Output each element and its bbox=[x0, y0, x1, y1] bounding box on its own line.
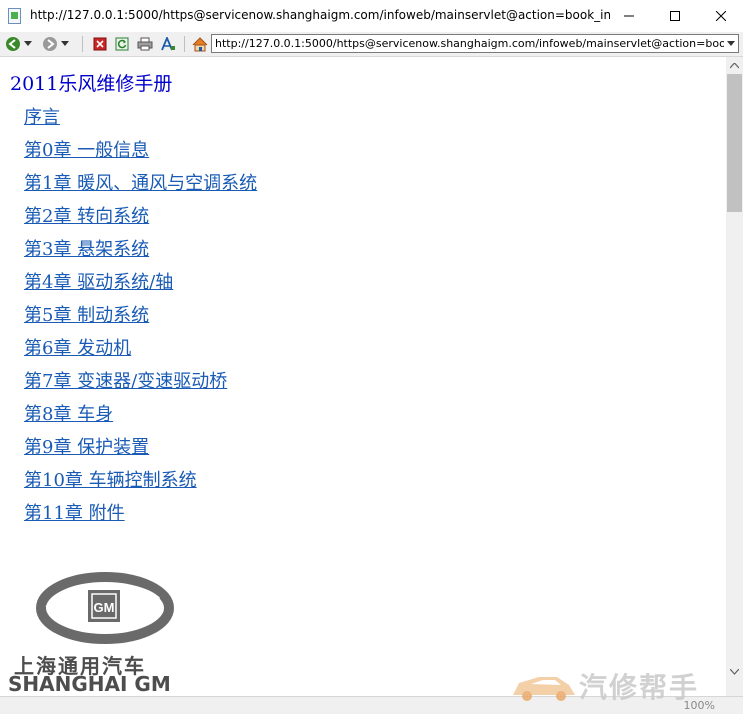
back-dropdown[interactable] bbox=[22, 35, 34, 53]
close-icon bbox=[716, 11, 726, 21]
toc-item: 第2章 转向系统 bbox=[24, 202, 257, 235]
back-arrow-icon bbox=[6, 37, 20, 51]
font-size-button[interactable] bbox=[159, 35, 177, 53]
maximize-button[interactable] bbox=[652, 0, 698, 32]
watermark-text: 汽修帮手 bbox=[579, 671, 700, 704]
toc-link-chapter-0[interactable]: 第0章 一般信息 bbox=[24, 140, 149, 161]
toc-link-chapter-7[interactable]: 第7章 变速器/变速驱动桥 bbox=[24, 371, 227, 392]
toc-link-chapter-10[interactable]: 第10章 车辆控制系统 bbox=[24, 470, 197, 491]
scroll-up-button[interactable] bbox=[726, 57, 743, 74]
address-dropdown[interactable] bbox=[724, 35, 738, 52]
font-size-icon bbox=[161, 37, 175, 51]
car-logo-icon bbox=[513, 677, 575, 701]
watermark: 汽修帮手 bbox=[509, 666, 699, 706]
toc-link-chapter-8[interactable]: 第8章 车身 bbox=[24, 404, 113, 425]
minimize-icon bbox=[624, 15, 634, 17]
toolbar-divider bbox=[82, 36, 83, 52]
page-content: 2011乐风维修手册 序言 第0章 一般信息 第1章 暖风、通风与空调系统 第2… bbox=[0, 57, 726, 696]
toc-item: 序言 bbox=[24, 103, 257, 136]
toc-item: 第3章 悬架系统 bbox=[24, 235, 257, 268]
title-bar: http://127.0.0.1:5000/https@servicenow.s… bbox=[0, 0, 743, 32]
close-button[interactable] bbox=[698, 0, 743, 32]
toc-link-chapter-11[interactable]: 第11章 附件 bbox=[24, 503, 125, 524]
forward-arrow-icon bbox=[43, 37, 57, 51]
print-button[interactable] bbox=[136, 35, 154, 53]
toc-item: 第0章 一般信息 bbox=[24, 136, 257, 169]
back-button[interactable] bbox=[4, 35, 22, 53]
minimize-button[interactable] bbox=[606, 0, 652, 32]
maximize-icon bbox=[670, 11, 680, 21]
toc-item: 第9章 保护装置 bbox=[24, 433, 257, 466]
toc-link-preface[interactable]: 序言 bbox=[24, 107, 60, 128]
vertical-scrollbar[interactable] bbox=[726, 57, 743, 696]
chevron-down-icon bbox=[61, 41, 69, 46]
scroll-thumb[interactable] bbox=[727, 74, 742, 212]
printer-icon bbox=[137, 37, 153, 51]
gm-badge-text: GM bbox=[94, 600, 115, 615]
toc-item: 第4章 驱动系统/轴 bbox=[24, 268, 257, 301]
address-text: http://127.0.0.1:5000/https@servicenow.s… bbox=[215, 37, 738, 50]
address-bar[interactable]: http://127.0.0.1:5000/https@servicenow.s… bbox=[211, 34, 739, 53]
forward-dropdown[interactable] bbox=[59, 35, 71, 53]
toc-link-chapter-3[interactable]: 第3章 悬架系统 bbox=[24, 239, 149, 260]
page-icon bbox=[8, 8, 21, 24]
chevron-down-icon bbox=[730, 668, 739, 675]
refresh-icon bbox=[115, 37, 129, 51]
home-button[interactable] bbox=[191, 35, 209, 53]
window-title: http://127.0.0.1:5000/https@servicenow.s… bbox=[30, 8, 610, 22]
home-icon bbox=[192, 36, 208, 51]
refresh-button[interactable] bbox=[113, 35, 131, 53]
toc-link-chapter-9[interactable]: 第9章 保护装置 bbox=[24, 437, 149, 458]
toc-link-chapter-1[interactable]: 第1章 暖风、通风与空调系统 bbox=[24, 173, 257, 194]
chevron-down-icon bbox=[727, 40, 735, 46]
logo-english-name: SHANGHAI GM bbox=[8, 672, 171, 696]
chevron-up-icon bbox=[730, 62, 739, 68]
toc-item: 第5章 制动系统 bbox=[24, 301, 257, 334]
toc-link-chapter-4[interactable]: 第4章 驱动系统/轴 bbox=[24, 272, 173, 293]
toc-item: 第8章 车身 bbox=[24, 400, 257, 433]
toc-link-chapter-6[interactable]: 第6章 发动机 bbox=[24, 338, 131, 359]
table-of-contents: 序言 第0章 一般信息 第1章 暖风、通风与空调系统 第2章 转向系统 第3章 … bbox=[24, 103, 257, 532]
toolbar-divider bbox=[184, 36, 185, 52]
scroll-down-button[interactable] bbox=[726, 663, 743, 680]
stop-button[interactable] bbox=[91, 35, 109, 53]
browser-toolbar: http://127.0.0.1:5000/https@servicenow.s… bbox=[0, 32, 743, 57]
chevron-down-icon bbox=[24, 41, 32, 46]
toc-link-chapter-2[interactable]: 第2章 转向系统 bbox=[24, 206, 149, 227]
stop-icon bbox=[93, 37, 107, 51]
toc-link-chapter-5[interactable]: 第5章 制动系统 bbox=[24, 305, 149, 326]
toc-item: 第1章 暖风、通风与空调系统 bbox=[24, 169, 257, 202]
toc-item: 第10章 车辆控制系统 bbox=[24, 466, 257, 499]
toc-item: 第6章 发动机 bbox=[24, 334, 257, 367]
book-title: 2011乐风维修手册 bbox=[10, 73, 173, 95]
forward-button[interactable] bbox=[41, 35, 59, 53]
toc-item: 第7章 变速器/变速驱动桥 bbox=[24, 367, 257, 400]
toc-item: 第11章 附件 bbox=[24, 499, 257, 532]
